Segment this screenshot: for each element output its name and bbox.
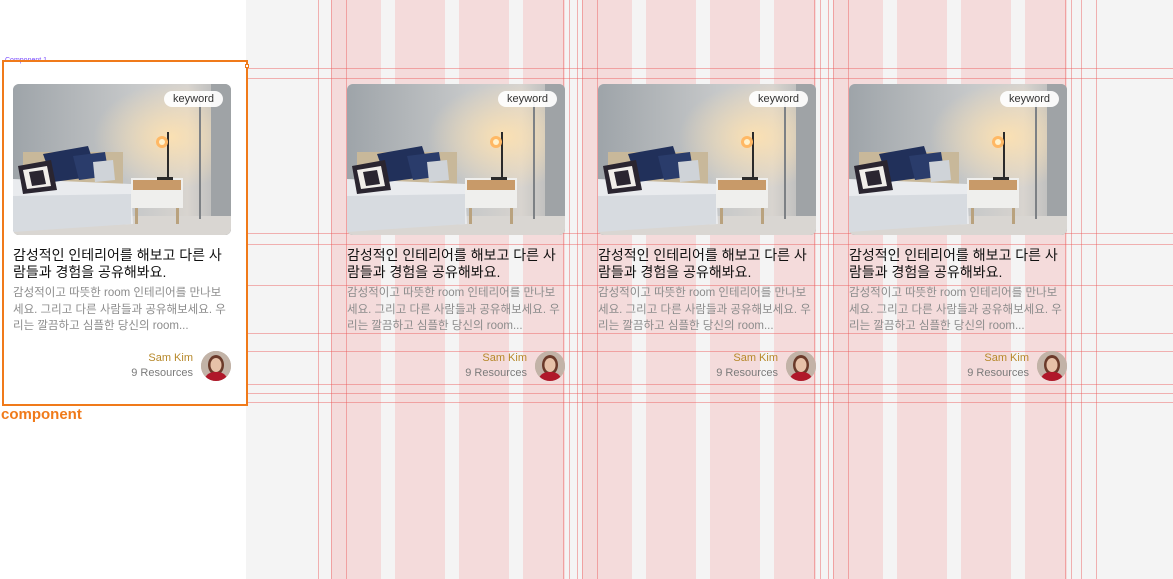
avatar-portrait	[786, 351, 816, 381]
card-title: 감성적인 인테리어를 해보고 다른 사람들과 경험을 공유해봐요.	[347, 247, 556, 280]
resize-handle[interactable]	[245, 64, 249, 68]
keyword-chip[interactable]: keyword	[749, 91, 808, 107]
resource-count: 9 Resources	[716, 367, 778, 379]
avatar[interactable]	[1037, 351, 1067, 381]
grid-guide-vertical	[833, 0, 834, 579]
resource-card[interactable]: keyword 감성적인 인테리어를 해보고 다른 사람들과 경험을 공유해봐요…	[849, 84, 1067, 381]
avatar[interactable]	[201, 351, 231, 381]
author-meta: Sam Kim 9 Resources	[465, 351, 527, 381]
author-meta: Sam Kim 9 Resources	[131, 351, 193, 381]
avatar-portrait	[1037, 351, 1067, 381]
avatar[interactable]	[535, 351, 565, 381]
card-description: 감성적이고 따뜻한 room 인테리어를 만나보세요. 그리고 다른 사람들과 …	[598, 287, 811, 332]
card-title: 감성적인 인테리어를 해보고 다른 사람들과 경험을 공유해봐요.	[13, 247, 222, 280]
card-description: 감성적이고 따뜻한 room 인테리어를 만나보세요. 그리고 다른 사람들과 …	[849, 287, 1062, 332]
keyword-chip[interactable]: keyword	[1000, 91, 1059, 107]
resource-count: 9 Resources	[131, 367, 193, 379]
grid-guide-horizontal	[246, 402, 1173, 403]
author-name[interactable]: Sam Kim	[716, 351, 778, 366]
card-description: 감성적이고 따뜻한 room 인테리어를 만나보세요. 그리고 다른 사람들과 …	[13, 287, 226, 332]
card-footer: Sam Kim 9 Resources	[849, 351, 1067, 381]
grid-guide-vertical	[828, 0, 829, 579]
room-photo: keyword	[347, 84, 565, 235]
grid-guide-vertical	[577, 0, 578, 579]
grid-guide-vertical	[582, 0, 583, 579]
avatar[interactable]	[786, 351, 816, 381]
avatar-portrait	[535, 351, 565, 381]
author-name[interactable]: Sam Kim	[131, 351, 193, 366]
author-meta: Sam Kim 9 Resources	[967, 351, 1029, 381]
resource-card[interactable]: keyword 감성적인 인테리어를 해보고 다른 사람들과 경험을 공유해봐요…	[13, 84, 231, 381]
author-meta: Sam Kim 9 Resources	[716, 351, 778, 381]
room-photo: keyword	[13, 84, 231, 235]
grid-guide-vertical	[1096, 0, 1097, 579]
keyword-chip[interactable]: keyword	[164, 91, 223, 107]
grid-guide-horizontal	[246, 78, 1173, 79]
resource-count: 9 Resources	[967, 367, 1029, 379]
room-photo: keyword	[598, 84, 816, 235]
resource-card[interactable]: keyword 감성적인 인테리어를 해보고 다른 사람들과 경험을 공유해봐요…	[598, 84, 816, 381]
grid-guide-vertical	[820, 0, 821, 579]
grid-guide-vertical	[569, 0, 570, 579]
author-name[interactable]: Sam Kim	[967, 351, 1029, 366]
card-title: 감성적인 인테리어를 해보고 다른 사람들과 경험을 공유해봐요.	[849, 247, 1058, 280]
grid-guide-horizontal	[246, 393, 1173, 394]
grid-guide-vertical	[318, 0, 319, 579]
card-footer: Sam Kim 9 Resources	[347, 351, 565, 381]
card-footer: Sam Kim 9 Resources	[598, 351, 816, 381]
card-footer: Sam Kim 9 Resources	[13, 351, 231, 381]
grid-guide-vertical	[331, 0, 332, 579]
keyword-chip[interactable]: keyword	[498, 91, 557, 107]
resource-count: 9 Resources	[465, 367, 527, 379]
component-label[interactable]: component	[1, 406, 82, 423]
resource-card[interactable]: keyword 감성적인 인테리어를 해보고 다른 사람들과 경험을 공유해봐요…	[347, 84, 565, 381]
avatar-portrait	[201, 351, 231, 381]
card-description: 감성적이고 따뜻한 room 인테리어를 만나보세요. 그리고 다른 사람들과 …	[347, 287, 560, 332]
grid-guide-vertical	[1081, 0, 1082, 579]
grid-guide-vertical	[1071, 0, 1072, 579]
grid-guide-horizontal	[246, 384, 1173, 385]
author-name[interactable]: Sam Kim	[465, 351, 527, 366]
grid-guide-horizontal	[246, 68, 1173, 69]
room-photo: keyword	[849, 84, 1067, 235]
card-title: 감성적인 인테리어를 해보고 다른 사람들과 경험을 공유해봐요.	[598, 247, 807, 280]
